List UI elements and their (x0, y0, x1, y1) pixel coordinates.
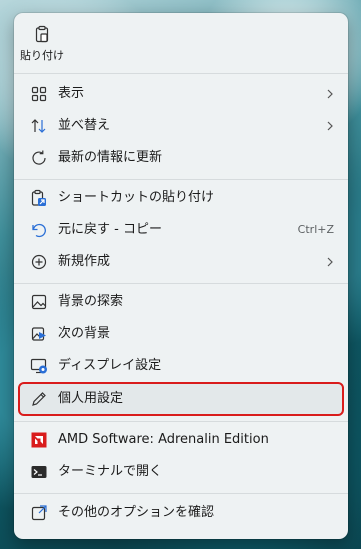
menu-item-label: 表示 (58, 86, 85, 101)
quick-actions-bar: 貼り付け (14, 13, 348, 73)
menu-item-amd-software[interactable]: AMD Software: Adrenalin Edition (22, 425, 340, 455)
paste-label: 貼り付け (20, 49, 64, 62)
menu-item-label: AMD Software: Adrenalin Edition (58, 432, 269, 447)
menu-item-open-terminal[interactable]: ターミナルで開く (22, 457, 340, 487)
menu-item-label: 並べ替え (58, 118, 111, 133)
sort-icon (30, 117, 48, 135)
clipboard-paste-icon (33, 25, 51, 43)
paste-shortcut-icon (30, 189, 48, 207)
menu-item-label: 個人用設定 (58, 391, 124, 406)
menu-item-label: 元に戻す - コピー (58, 222, 162, 237)
menu-item-label: その他のオプションを確認 (58, 505, 215, 520)
menu-item-show-more-options[interactable]: その他のオプションを確認 (22, 498, 340, 528)
pen-icon (30, 390, 48, 408)
terminal-icon (30, 463, 48, 481)
chevron-right-icon (324, 256, 336, 268)
menu-item-label: ディスプレイ設定 (58, 358, 162, 373)
menu-item-label: ターミナルで開く (58, 464, 163, 479)
separator (14, 493, 348, 494)
new-plus-icon (30, 253, 48, 271)
menu-item-personalize[interactable]: 個人用設定 (18, 382, 344, 416)
amd-logo-icon (30, 431, 48, 449)
menu-item-label: ショートカットの貼り付け (58, 190, 215, 205)
menu-item-label: 背景の探索 (58, 294, 124, 309)
menu-item-explore-background[interactable]: 背景の探索 (22, 287, 340, 317)
menu-item-undo-copy[interactable]: 元に戻す - コピー Ctrl+Z (22, 215, 340, 245)
undo-icon (30, 221, 48, 239)
next-background-icon (30, 325, 48, 343)
menu-item-label: 次の背景 (58, 326, 111, 341)
paste-button[interactable]: 貼り付け (20, 19, 64, 67)
menu-item-next-background[interactable]: 次の背景 (22, 319, 340, 349)
refresh-icon (30, 149, 48, 167)
context-menu: 貼り付け 表示 並べ替え 最新の情報に更新 ショートカットの貼り付け 元に戻す … (14, 13, 348, 539)
separator (14, 283, 348, 284)
menu-item-label: 新規作成 (58, 254, 111, 269)
menu-item-view[interactable]: 表示 (22, 79, 340, 109)
menu-item-paste-shortcut[interactable]: ショートカットの貼り付け (22, 183, 340, 213)
separator (14, 179, 348, 180)
grid-view-icon (30, 85, 48, 103)
shortcut-text: Ctrl+Z (297, 223, 334, 236)
chevron-right-icon (324, 120, 336, 132)
menu-item-refresh[interactable]: 最新の情報に更新 (22, 143, 340, 173)
menu-item-new[interactable]: 新規作成 (22, 247, 340, 277)
separator (14, 421, 348, 422)
more-options-icon (30, 504, 48, 522)
chevron-right-icon (324, 88, 336, 100)
separator (14, 73, 348, 74)
image-icon (30, 293, 48, 311)
menu-item-label: 最新の情報に更新 (58, 150, 163, 165)
display-settings-icon (30, 357, 48, 375)
menu-item-display-settings[interactable]: ディスプレイ設定 (22, 351, 340, 381)
menu-item-sort[interactable]: 並べ替え (22, 111, 340, 141)
